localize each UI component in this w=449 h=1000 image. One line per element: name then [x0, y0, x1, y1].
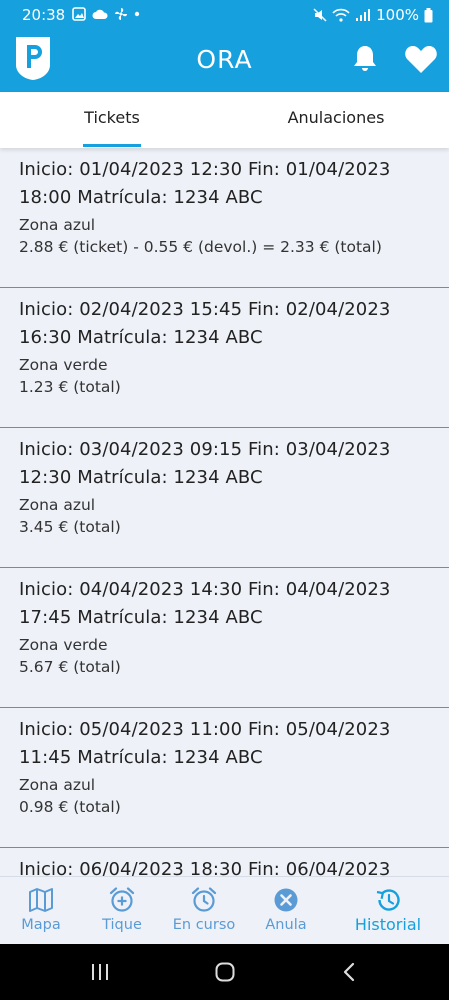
bottom-navigation: Mapa Tique En curso Anula Historial — [0, 876, 449, 944]
ticket-price: 0.98 € (total) — [19, 798, 121, 816]
home-icon[interactable] — [213, 960, 237, 984]
recent-apps-icon[interactable] — [88, 960, 112, 984]
wifi-icon — [332, 8, 350, 22]
heart-icon[interactable] — [404, 44, 438, 74]
ticket-card[interactable]: Inicio: 03/04/2023 09:15 Fin: 03/04/2023… — [0, 428, 449, 568]
ticket-zone: Zona azul — [19, 776, 96, 794]
ticket-card[interactable]: Inicio: 06/04/2023 18:30 Fin: 06/04/2023 — [0, 848, 449, 876]
nav-mapa-label: Mapa — [21, 917, 61, 933]
mute-icon — [313, 8, 327, 22]
ticket-end-line: 12:30 Matrícula: 1234 ABC — [19, 467, 263, 488]
ticket-start-line: Inicio: 06/04/2023 18:30 Fin: 06/04/2023 — [19, 859, 391, 876]
gallery-icon — [72, 7, 86, 21]
ticket-zone: Zona verde — [19, 636, 108, 654]
nav-en-curso[interactable]: En curso — [166, 877, 242, 945]
bell-icon[interactable] — [350, 44, 380, 74]
ticket-zone: Zona azul — [19, 216, 96, 234]
nav-anula-label: Anula — [265, 917, 307, 933]
status-bar: 20:38 100% — [0, 0, 449, 30]
ticket-price: 5.67 € (total) — [19, 658, 121, 676]
battery-icon — [424, 7, 433, 22]
ticket-end-line: 16:30 Matrícula: 1234 ABC — [19, 327, 263, 348]
ticket-end-line: 18:00 Matrícula: 1234 ABC — [19, 187, 263, 208]
dot-icon — [134, 11, 140, 17]
ticket-card[interactable]: Inicio: 04/04/2023 14:30 Fin: 04/04/2023… — [0, 568, 449, 708]
battery-level: 100% — [376, 6, 419, 24]
ticket-price: 2.88 € (ticket) - 0.55 € (devol.) = 2.33… — [19, 238, 382, 256]
ticket-card[interactable]: Inicio: 05/04/2023 11:00 Fin: 05/04/2023… — [0, 708, 449, 848]
ticket-card[interactable]: Inicio: 02/04/2023 15:45 Fin: 02/04/2023… — [0, 288, 449, 428]
ticket-start-line: Inicio: 02/04/2023 15:45 Fin: 02/04/2023 — [19, 299, 391, 320]
tab-bar: Tickets Anulaciones — [0, 92, 449, 148]
nav-historial[interactable]: Historial — [344, 877, 432, 945]
alarm-clock-icon — [191, 887, 217, 912]
active-tab-indicator — [83, 144, 141, 147]
ticket-end-line: 17:45 Matrícula: 1234 ABC — [19, 607, 263, 628]
ticket-price: 3.45 € (total) — [19, 518, 121, 536]
nav-tique[interactable]: Tique — [92, 877, 152, 945]
nav-en-curso-label: En curso — [172, 917, 236, 933]
fan-icon — [115, 8, 127, 20]
ticket-end-line: 11:45 Matrícula: 1234 ABC — [19, 747, 263, 768]
ticket-start-line: Inicio: 03/04/2023 09:15 Fin: 03/04/2023 — [19, 439, 391, 460]
ticket-zone: Zona verde — [19, 356, 108, 374]
cancel-circle-icon — [274, 888, 298, 912]
nav-tique-label: Tique — [102, 917, 142, 933]
ticket-card[interactable]: Inicio: 01/04/2023 12:30 Fin: 01/04/2023… — [0, 148, 449, 288]
history-icon — [376, 889, 400, 911]
nav-historial-label: Historial — [354, 915, 422, 934]
ticket-start-line: Inicio: 05/04/2023 11:00 Fin: 05/04/2023 — [19, 719, 391, 740]
alarm-add-icon — [109, 887, 135, 912]
status-time: 20:38 — [22, 6, 66, 24]
ticket-list[interactable]: Inicio: 01/04/2023 12:30 Fin: 01/04/2023… — [0, 148, 449, 876]
app-bar: ORA — [0, 30, 449, 92]
nav-anula[interactable]: Anula — [258, 877, 314, 945]
ticket-start-line: Inicio: 04/04/2023 14:30 Fin: 04/04/2023 — [19, 579, 391, 600]
back-icon[interactable] — [338, 960, 362, 984]
ticket-start-line: Inicio: 01/04/2023 12:30 Fin: 01/04/2023 — [19, 159, 391, 180]
tab-tickets[interactable]: Tickets — [0, 92, 224, 148]
cloud-icon — [92, 9, 108, 19]
map-icon — [29, 888, 53, 912]
app-title: ORA — [196, 45, 253, 74]
system-navigation-bar — [0, 944, 449, 1000]
tab-anulaciones[interactable]: Anulaciones — [224, 92, 448, 148]
nav-mapa[interactable]: Mapa — [12, 877, 70, 945]
ticket-price: 1.23 € (total) — [19, 378, 121, 396]
ticket-zone: Zona azul — [19, 496, 96, 514]
signal-icon — [356, 9, 371, 21]
